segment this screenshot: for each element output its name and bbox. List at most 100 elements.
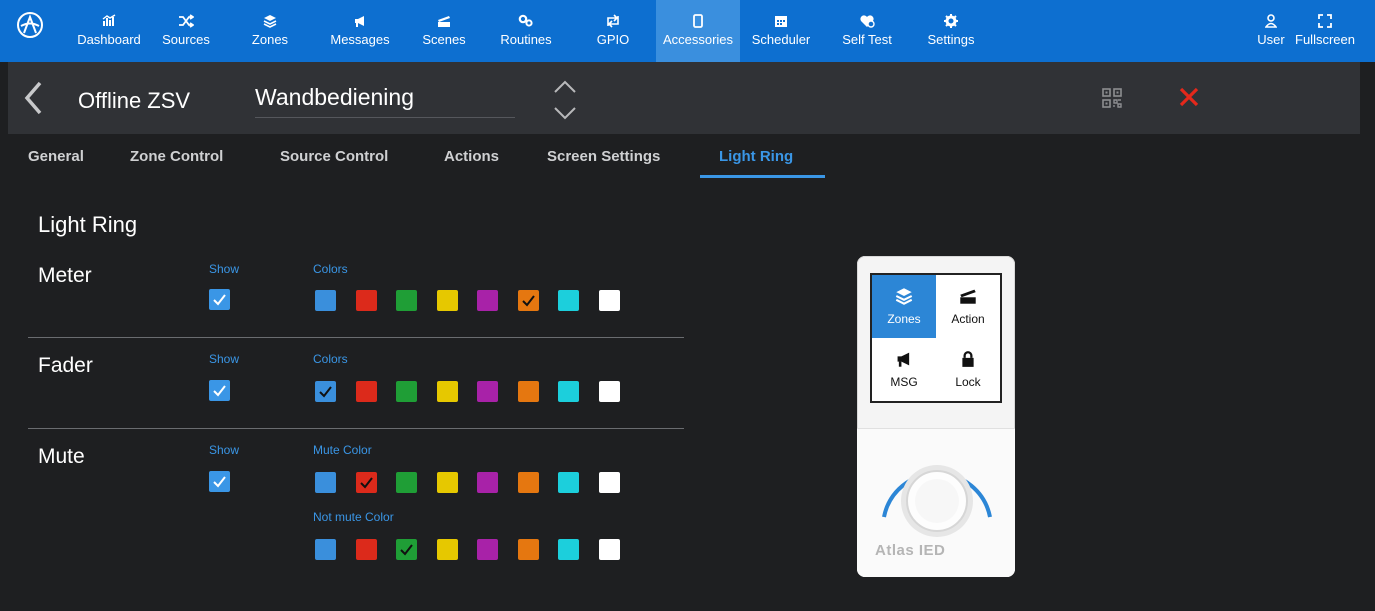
nav-label: Dashboard <box>77 32 141 47</box>
color-swatch[interactable] <box>517 472 539 493</box>
color-swatch[interactable] <box>598 539 620 560</box>
nav-label: User <box>1257 32 1285 47</box>
nav-label: Accessories <box>662 32 734 47</box>
nav-label: Sources <box>162 32 210 47</box>
nav-fullscreen[interactable]: Fullscreen <box>1290 0 1360 62</box>
dashboard-icon <box>66 14 152 30</box>
color-swatch[interactable] <box>355 472 377 493</box>
nav-zones[interactable]: Zones <box>250 0 290 62</box>
tile-label: Zones <box>887 312 921 326</box>
device-name-input[interactable]: Wandbediening <box>255 84 515 118</box>
nav-routines[interactable]: Routines <box>494 0 558 62</box>
nav-dashboard[interactable]: Dashboard <box>66 0 152 62</box>
tab-screen-settings[interactable]: Screen Settings <box>547 148 660 165</box>
device-tile-zones: Zones <box>872 275 936 338</box>
tab-zone-control[interactable]: Zone Control <box>130 148 223 165</box>
color-swatch[interactable] <box>396 472 417 493</box>
check-icon <box>319 386 332 398</box>
color-swatch[interactable] <box>436 539 458 560</box>
check-icon <box>213 385 226 397</box>
tab-actions[interactable]: Actions <box>444 148 499 165</box>
tab-light-ring[interactable]: Light Ring <box>719 148 793 165</box>
mute-show-checkbox[interactable] <box>209 471 230 492</box>
color-swatch[interactable] <box>355 290 377 311</box>
color-swatch[interactable] <box>477 472 498 493</box>
calendar-icon <box>744 14 818 30</box>
accessory-header: Offline ZSV Wandbediening <box>8 62 1360 134</box>
tab-source-control[interactable]: Source Control <box>280 148 388 165</box>
color-swatch[interactable] <box>477 381 498 402</box>
shuffle-icon <box>158 14 214 30</box>
layers-icon <box>872 287 936 307</box>
color-swatch[interactable] <box>598 472 620 493</box>
colors-label: Colors <box>313 352 348 366</box>
qr-code-icon[interactable] <box>1102 88 1122 108</box>
nav-messages[interactable]: Messages <box>324 0 396 62</box>
nav-settings[interactable]: Settings <box>922 0 980 62</box>
color-swatch[interactable] <box>396 539 417 560</box>
fader-show-checkbox[interactable] <box>209 380 230 401</box>
nav-label: Messages <box>330 32 390 47</box>
color-swatch[interactable] <box>477 539 498 560</box>
row-label-meter: Meter <box>38 264 92 287</box>
nav-label: Settings <box>927 32 975 47</box>
lock-icon <box>936 350 1000 370</box>
check-icon <box>400 544 413 556</box>
color-swatch[interactable] <box>517 381 539 402</box>
tablet-icon <box>656 14 740 30</box>
color-swatch[interactable] <box>315 472 336 493</box>
color-swatch[interactable] <box>436 381 458 402</box>
color-swatch[interactable] <box>436 290 458 311</box>
nav-scenes[interactable]: Scenes <box>416 0 472 62</box>
tile-label: Lock <box>955 375 981 389</box>
color-swatch[interactable] <box>396 290 417 311</box>
nav-label: Fullscreen <box>1295 32 1355 47</box>
check-icon <box>213 476 226 488</box>
nav-label: Scheduler <box>751 32 811 47</box>
color-swatch[interactable] <box>355 539 377 560</box>
back-chevron-icon[interactable] <box>22 80 44 116</box>
color-swatch[interactable] <box>558 539 579 560</box>
active-tab-indicator <box>700 175 825 178</box>
clapper-icon <box>416 14 472 30</box>
top-nav: Dashboard Sources Zones Messages Scenes … <box>0 0 1375 62</box>
nav-user[interactable]: User <box>1256 0 1286 62</box>
gear-icon <box>922 14 980 30</box>
up-down-arrows-icon[interactable] <box>553 76 577 124</box>
nav-label: Zones <box>251 32 289 47</box>
nav-gpio[interactable]: GPIO <box>590 0 636 62</box>
color-swatch[interactable] <box>396 381 417 402</box>
color-swatch[interactable] <box>598 290 620 311</box>
light-ring-knob-icon <box>882 465 992 537</box>
brand-logo: Atlas IED <box>875 542 946 559</box>
color-swatch[interactable] <box>558 472 579 493</box>
color-swatch[interactable] <box>517 290 539 311</box>
color-swatch[interactable] <box>517 539 539 560</box>
nav-self-test[interactable]: Self Test <box>838 0 896 62</box>
heart-pulse-icon <box>838 14 896 30</box>
color-swatch[interactable] <box>558 381 579 402</box>
atlas-logo-icon[interactable] <box>16 11 44 39</box>
color-swatch[interactable] <box>436 472 458 493</box>
close-icon[interactable] <box>1178 86 1200 108</box>
meter-show-checkbox[interactable] <box>209 289 230 310</box>
nav-label: Scenes <box>422 32 466 47</box>
layers-icon <box>250 14 290 30</box>
device-screen: Zones Action MSG Lock <box>870 273 1002 403</box>
color-swatch[interactable] <box>598 381 620 402</box>
tile-label: Action <box>951 312 985 326</box>
color-swatch[interactable] <box>558 290 579 311</box>
color-swatch[interactable] <box>315 539 336 560</box>
nav-sources[interactable]: Sources <box>158 0 214 62</box>
color-swatch[interactable] <box>477 290 498 311</box>
megaphone-icon <box>872 350 936 370</box>
color-swatch[interactable] <box>315 290 336 311</box>
check-icon <box>521 295 535 307</box>
tab-general[interactable]: General <box>28 148 84 165</box>
color-swatch[interactable] <box>355 381 377 402</box>
nav-scheduler[interactable]: Scheduler <box>744 0 818 62</box>
color-swatch[interactable] <box>315 381 336 402</box>
nav-label: Self Test <box>842 32 892 47</box>
row-label-mute: Mute <box>38 445 85 468</box>
nav-accessories[interactable]: Accessories <box>656 0 740 62</box>
